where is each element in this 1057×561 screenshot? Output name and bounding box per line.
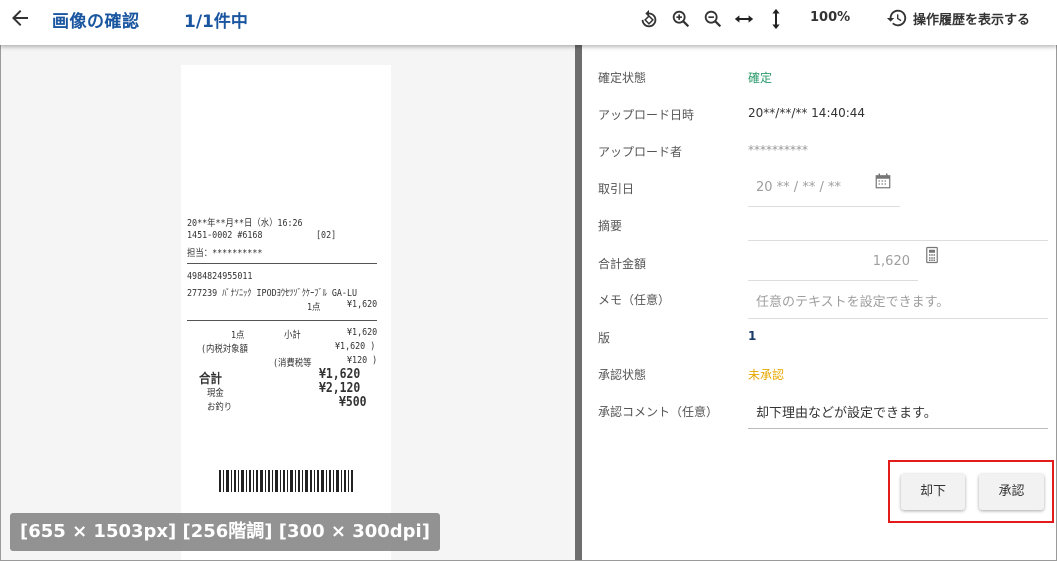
summary-label: 摘要 <box>598 219 623 233</box>
receipt-change: ¥500 <box>339 395 367 410</box>
receipt-subtotal-label: 小計 <box>284 330 301 341</box>
uploader-label: アップロード者 <box>598 145 683 159</box>
receipt-jan: 4984824955011 <box>187 271 253 282</box>
memo-placeholder: 任意のテキストを設定できます。 <box>756 295 950 310</box>
calendar-icon[interactable] <box>874 172 892 190</box>
receipt-item-qty: 1点 <box>307 302 321 313</box>
receipt-subtotal: ¥1,620 <box>347 327 378 338</box>
detail-form: 確定状態 確定 アップロード日時 20**/**/** 14:40:44 アップ… <box>582 45 1056 560</box>
approval-comment-field[interactable]: 却下理由などが設定できます。 <box>748 391 1048 429</box>
receipt-cash-label: 現金 <box>207 388 224 399</box>
approval-comment-label: 承認コメント（任意） <box>598 405 719 419</box>
status-value: 確定 <box>748 71 773 85</box>
receipt-register: [02] <box>316 230 337 241</box>
receipt-rule <box>187 263 377 264</box>
zoom-out-icon[interactable] <box>702 8 724 30</box>
total-amount-value: 1,620 <box>872 254 910 269</box>
fit-height-icon[interactable] <box>765 8 787 30</box>
reject-button[interactable]: 却下 <box>901 474 965 510</box>
approval-status-value: 未承認 <box>748 368 785 382</box>
toolbar-header: 画像の確認 1/1件中 100% 操作履歴を表示する <box>0 0 1057 45</box>
receipt-item-price: ¥1,620 <box>347 299 378 310</box>
approval-status-label: 承認状態 <box>598 368 647 382</box>
barcode-image <box>219 470 353 492</box>
receipt-staff: 担当：********** <box>187 248 263 259</box>
memo-label: メモ（任意） <box>598 293 671 307</box>
receipt-rule <box>187 320 377 321</box>
receipt-count: 1点 <box>231 330 245 341</box>
uploaded-at-value: 20**/**/** 14:40:44 <box>748 106 866 120</box>
action-buttons-highlight: 却下 承認 <box>888 460 1054 523</box>
panel-splitter[interactable] <box>575 45 582 560</box>
total-amount-label: 合計金額 <box>598 257 647 271</box>
approve-button[interactable]: 承認 <box>979 474 1044 510</box>
receipt-tax-target-label: (内税対象額 <box>201 344 248 355</box>
calculator-icon[interactable] <box>923 246 941 264</box>
page-counter: 1/1件中 <box>184 12 248 32</box>
receipt-tax: ¥120 ) <box>347 355 378 366</box>
receipt-change-label: お釣り <box>207 402 233 413</box>
receipt-tax-target: ¥1,620 ) <box>335 341 376 352</box>
zoom-in-icon[interactable] <box>670 8 692 30</box>
version-value: 1 <box>748 329 757 343</box>
history-icon <box>886 9 907 27</box>
receipt-store: 1451-0002 #6168 <box>187 230 263 241</box>
uploaded-at-label: アップロード日時 <box>598 108 695 122</box>
zoom-level: 100% <box>810 10 851 25</box>
memo-field[interactable]: 任意のテキストを設定できます。 <box>748 281 1048 319</box>
receipt-datetime: 20**年**月**日（水）16:26 <box>187 218 303 229</box>
receipt-image: 20**年**月**日（水）16:26 1451-0002 #6168 [02]… <box>181 65 391 560</box>
receipt-item: 277239 ﾊﾟﾅｿﾆｯｸ IPODﾖｳｾﾂｿﾞｸｹｰﾌﾞﾙ GA-LU <box>187 288 358 299</box>
image-info-badge: [655 × 1503px] [256階調] [300 × 300dpi] <box>10 513 440 551</box>
history-label: 操作履歴を表示する <box>913 12 1031 28</box>
approval-comment-placeholder: 却下理由などが設定できます。 <box>756 406 937 421</box>
show-history-button[interactable]: 操作履歴を表示する <box>886 7 1030 29</box>
page-title: 画像の確認 <box>52 12 140 32</box>
uploader-value: ********** <box>748 143 808 157</box>
back-arrow-icon[interactable] <box>8 6 32 30</box>
fit-width-icon[interactable] <box>733 8 755 30</box>
rotate-icon[interactable] <box>638 8 660 30</box>
receipt-total: ¥1,620 <box>319 367 361 382</box>
summary-field[interactable] <box>748 207 1048 241</box>
trade-date-label: 取引日 <box>598 182 635 196</box>
total-amount-field[interactable]: 1,620 <box>748 241 918 281</box>
version-label: 版 <box>598 331 611 345</box>
receipt-cash: ¥2,120 <box>319 381 361 396</box>
trade-date-value: 20 ** / ** / ** <box>756 180 841 195</box>
receipt-tax-label: (消費税等 <box>273 358 312 369</box>
status-label: 確定状態 <box>598 71 647 85</box>
image-viewer[interactable]: 20**年**月**日（水）16:26 1451-0002 #6168 [02]… <box>1 45 575 560</box>
